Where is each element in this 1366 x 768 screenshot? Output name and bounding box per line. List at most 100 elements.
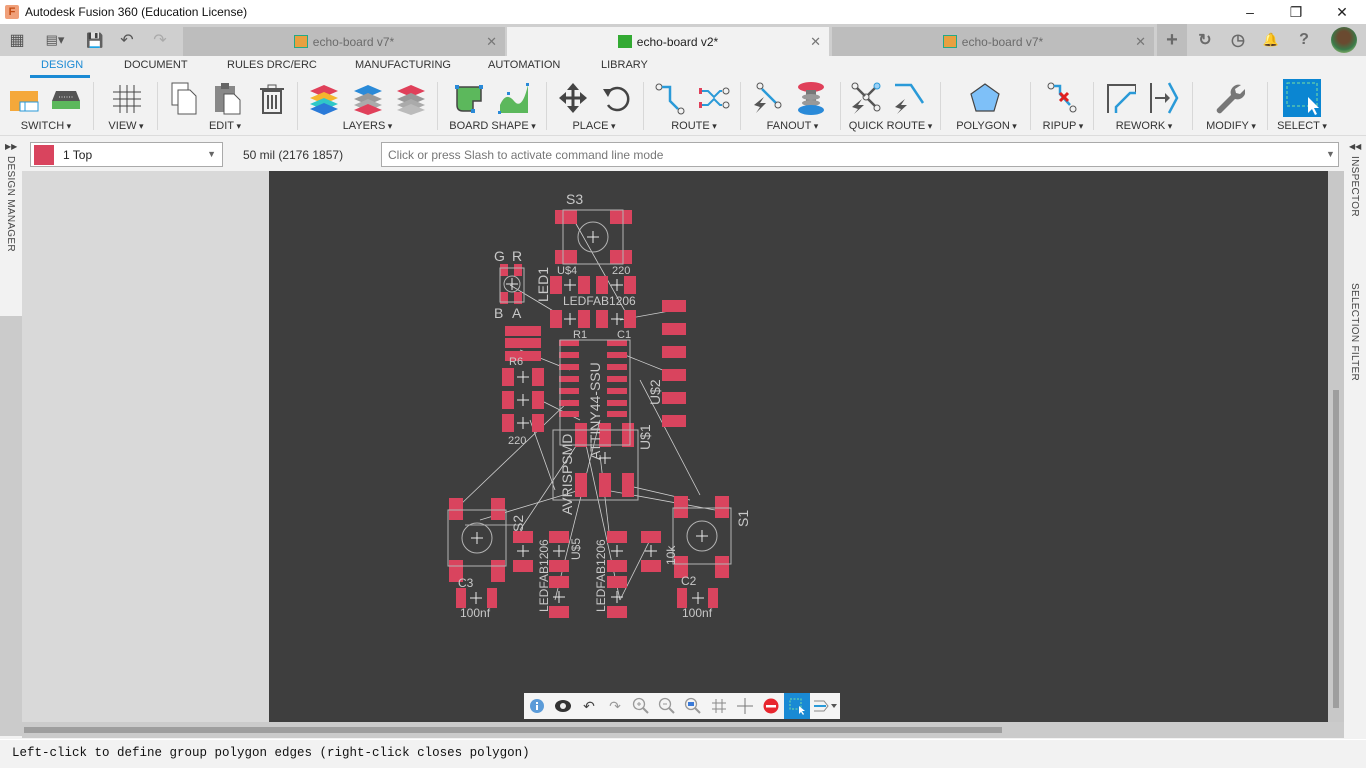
smd-pad[interactable]	[549, 576, 569, 588]
smd-pad[interactable]	[607, 400, 627, 406]
horizontal-scroll-thumb[interactable]	[24, 727, 1002, 733]
design-manager-panel[interactable]: ▶▶ DESIGN MANAGER	[0, 140, 22, 316]
smd-pad[interactable]	[624, 276, 636, 294]
smd-pad[interactable]	[677, 588, 687, 608]
smd-pad[interactable]	[500, 264, 508, 276]
tab-automation[interactable]: AUTOMATION	[488, 59, 560, 71]
close-tab-icon[interactable]: ✕	[1135, 34, 1146, 50]
smd-pad[interactable]	[607, 376, 627, 382]
smd-pad[interactable]	[559, 352, 579, 358]
smd-pad[interactable]	[555, 210, 577, 224]
smd-pad[interactable]	[607, 606, 627, 618]
smd-pad[interactable]	[532, 391, 544, 409]
smd-pad[interactable]	[607, 352, 627, 358]
command-line-input[interactable]: Click or press Slash to activate command…	[381, 142, 1339, 167]
group-view[interactable]: VIEW	[96, 78, 156, 136]
smd-pad[interactable]	[708, 588, 718, 608]
smd-pad[interactable]	[715, 556, 729, 578]
smd-pad[interactable]	[662, 415, 686, 427]
miter-icon[interactable]	[1104, 81, 1136, 115]
smd-pad[interactable]	[607, 576, 627, 588]
undo-icon[interactable]: ↶	[112, 24, 142, 56]
tab-library[interactable]: LIBRARY	[601, 59, 648, 71]
layers-top-icon[interactable]	[352, 81, 384, 115]
layers-bottom-icon[interactable]	[395, 81, 427, 115]
smd-pad[interactable]	[607, 411, 627, 417]
wire-bend-dropdown-icon[interactable]	[810, 693, 840, 719]
smd-pad[interactable]	[502, 391, 514, 409]
close-tab-icon[interactable]: ✕	[486, 34, 497, 50]
group-modify[interactable]: MODIFY	[1196, 78, 1266, 136]
undo-icon[interactable]: ↶	[576, 693, 602, 719]
paste-icon[interactable]	[212, 81, 244, 115]
tab-design[interactable]: DESIGN	[41, 59, 83, 71]
stop-icon[interactable]	[758, 693, 784, 719]
doc-tab-0[interactable]: echo-board v7* ✕	[183, 27, 505, 56]
copy-icon[interactable]	[168, 81, 200, 115]
smd-pad[interactable]	[549, 560, 569, 572]
group-rework[interactable]: REWORK	[1097, 78, 1191, 136]
group-switch[interactable]: SWITCH	[0, 78, 92, 136]
smd-pad[interactable]	[596, 276, 608, 294]
job-status-icon[interactable]: ↻	[1190, 24, 1220, 56]
smd-pad[interactable]	[456, 588, 466, 608]
smd-pad[interactable]	[610, 250, 632, 264]
smd-pad[interactable]	[599, 473, 611, 497]
smd-pad[interactable]	[555, 250, 577, 264]
user-avatar[interactable]	[1331, 27, 1357, 53]
vertical-scroll-thumb[interactable]	[1333, 390, 1339, 708]
group-route[interactable]: ROUTE	[648, 78, 740, 136]
via-stack-icon[interactable]	[795, 81, 827, 115]
inspector-label[interactable]: INSPECTOR	[1349, 156, 1360, 217]
smd-pad[interactable]	[662, 369, 686, 381]
smd-pad[interactable]	[505, 338, 541, 348]
smd-pad[interactable]	[662, 323, 686, 335]
smd-pad[interactable]	[610, 210, 632, 224]
smd-pad[interactable]	[622, 473, 634, 497]
select-window-icon[interactable]	[1283, 79, 1321, 117]
polygon-icon[interactable]	[969, 81, 1001, 115]
help-icon[interactable]: ?	[1289, 24, 1319, 56]
tab-rules-drc-erc[interactable]: RULES DRC/ERC	[227, 59, 317, 71]
smd-pad[interactable]	[559, 411, 579, 417]
command-history-dropdown-icon[interactable]: ▼	[1326, 149, 1335, 159]
smd-pad[interactable]	[575, 423, 587, 447]
zoom-in-icon[interactable]	[628, 693, 654, 719]
smd-pad[interactable]	[662, 300, 686, 312]
group-board-shape[interactable]: BOARD SHAPE	[440, 78, 545, 136]
smd-pad[interactable]	[550, 310, 562, 328]
apps-grid-icon[interactable]: ▦	[2, 24, 32, 56]
smd-pad[interactable]	[622, 423, 634, 447]
quick-route-airwire-icon[interactable]	[893, 81, 925, 115]
select-window-icon[interactable]	[784, 693, 810, 719]
smd-pad[interactable]	[641, 560, 661, 572]
tab-document[interactable]: DOCUMENT	[124, 59, 188, 71]
grid-icon[interactable]	[706, 693, 732, 719]
smd-pad[interactable]	[532, 368, 544, 386]
group-select[interactable]: SELECT	[1271, 78, 1333, 136]
smd-pad[interactable]	[502, 414, 514, 432]
smd-pad[interactable]	[607, 388, 627, 394]
file-menu-icon[interactable]: ▤▾	[38, 24, 72, 56]
fanout-icon[interactable]	[752, 81, 784, 115]
zoom-fit-icon[interactable]	[680, 693, 706, 719]
smd-pad[interactable]	[505, 326, 541, 336]
smd-pad[interactable]	[559, 364, 579, 370]
smd-pad[interactable]	[449, 498, 463, 520]
info-icon[interactable]	[524, 693, 550, 719]
redo-icon[interactable]: ↷	[145, 24, 175, 56]
quick-route-icon[interactable]	[850, 81, 882, 115]
group-edit[interactable]: EDIT	[160, 78, 290, 136]
redo-icon[interactable]: ↷	[602, 693, 628, 719]
restore-button[interactable]: ❐	[1273, 0, 1319, 24]
save-icon[interactable]: 💾	[80, 24, 110, 56]
clock-icon[interactable]: ◷	[1223, 24, 1253, 56]
differential-pair-icon[interactable]	[698, 81, 730, 115]
board-spline-icon[interactable]	[498, 81, 530, 115]
grid-icon[interactable]	[110, 81, 142, 115]
smd-pad[interactable]	[662, 392, 686, 404]
smd-pad[interactable]	[559, 400, 579, 406]
doc-tab-1[interactable]: echo-board v2* ✕	[507, 27, 829, 56]
ripup-icon[interactable]	[1046, 81, 1078, 115]
layers-color-icon[interactable]	[308, 81, 340, 115]
